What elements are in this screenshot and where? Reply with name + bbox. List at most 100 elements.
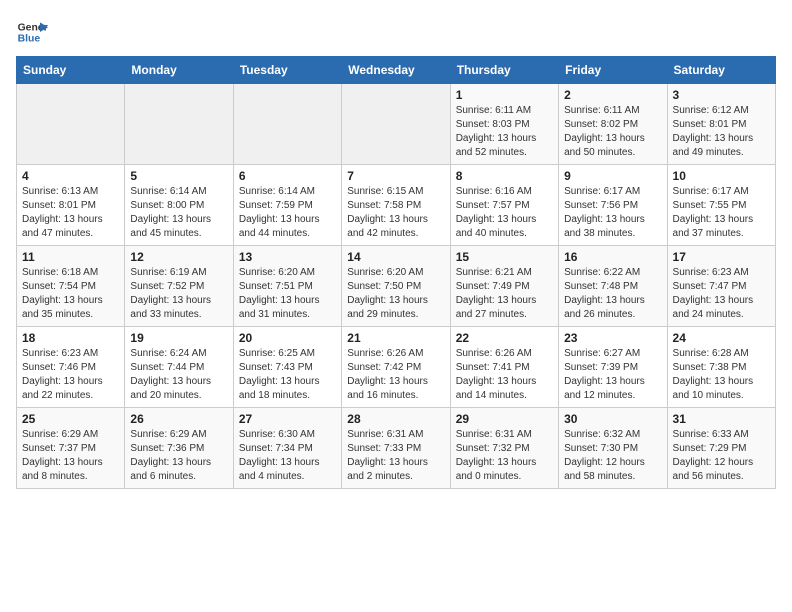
calendar-cell: 21 Sunrise: 6:26 AM Sunset: 7:42 PM Dayli… (342, 327, 450, 408)
day-info: Sunrise: 6:33 AM Sunset: 7:29 PM Dayligh… (673, 428, 770, 484)
day-info: Sunrise: 6:14 AM Sunset: 7:59 PM Dayligh… (239, 185, 336, 241)
day-number: 14 (347, 250, 444, 264)
calendar-body: 1 Sunrise: 6:11 AM Sunset: 8:03 PM Daylig… (17, 84, 776, 489)
day-info: Sunrise: 6:24 AM Sunset: 7:44 PM Dayligh… (130, 347, 227, 403)
day-number: 3 (673, 88, 770, 102)
weekday-header-sunday: Sunday (17, 57, 125, 84)
calendar-cell: 13 Sunrise: 6:20 AM Sunset: 7:51 PM Dayli… (233, 246, 341, 327)
day-number: 29 (456, 412, 553, 426)
calendar-week-5: 25Sunrise: 6:29 AM Sunset: 7:37 PM Dayli… (17, 408, 776, 489)
calendar-cell: 11 Sunrise: 6:18 AM Sunset: 7:54 PM Dayli… (17, 246, 125, 327)
day-info: Sunrise: 6:13 AM Sunset: 8:01 PM Dayligh… (22, 185, 119, 241)
day-number: 19 (130, 331, 227, 345)
calendar-cell (342, 84, 450, 165)
day-info: Sunrise: 6:26 AM Sunset: 7:41 PM Dayligh… (456, 347, 553, 403)
day-number: 22 (456, 331, 553, 345)
day-info: Sunrise: 6:18 AM Sunset: 7:54 PM Dayligh… (22, 266, 119, 322)
calendar-cell: 24Sunrise: 6:28 AM Sunset: 7:38 PM Dayli… (667, 327, 775, 408)
calendar-cell (125, 84, 233, 165)
calendar-cell: 28 Sunrise: 6:31 AM Sunset: 7:33 PM Dayli… (342, 408, 450, 489)
day-info: Sunrise: 6:31 AM Sunset: 7:32 PM Dayligh… (456, 428, 553, 484)
day-number: 26 (130, 412, 227, 426)
calendar-cell (233, 84, 341, 165)
day-info: Sunrise: 6:11 AM Sunset: 8:03 PM Dayligh… (456, 104, 553, 160)
day-number: 11 (22, 250, 119, 264)
day-number: 7 (347, 169, 444, 183)
calendar-cell: 2 Sunrise: 6:11 AM Sunset: 8:02 PM Daylig… (559, 84, 667, 165)
calendar-cell: 20 Sunrise: 6:25 AM Sunset: 7:43 PM Dayli… (233, 327, 341, 408)
day-number: 13 (239, 250, 336, 264)
calendar-cell: 8 Sunrise: 6:16 AM Sunset: 7:57 PM Daylig… (450, 165, 558, 246)
calendar-cell: 14 Sunrise: 6:20 AM Sunset: 7:50 PM Dayli… (342, 246, 450, 327)
calendar-cell: 15Sunrise: 6:21 AM Sunset: 7:49 PM Dayli… (450, 246, 558, 327)
calendar-cell: 5 Sunrise: 6:14 AM Sunset: 8:00 PM Daylig… (125, 165, 233, 246)
day-number: 27 (239, 412, 336, 426)
day-info: Sunrise: 6:19 AM Sunset: 7:52 PM Dayligh… (130, 266, 227, 322)
day-number: 20 (239, 331, 336, 345)
day-number: 31 (673, 412, 770, 426)
calendar-week-2: 4Sunrise: 6:13 AM Sunset: 8:01 PM Daylig… (17, 165, 776, 246)
day-number: 1 (456, 88, 553, 102)
weekday-header-friday: Friday (559, 57, 667, 84)
day-number: 21 (347, 331, 444, 345)
weekday-header-tuesday: Tuesday (233, 57, 341, 84)
calendar-cell: 6 Sunrise: 6:14 AM Sunset: 7:59 PM Daylig… (233, 165, 341, 246)
day-info: Sunrise: 6:17 AM Sunset: 7:55 PM Dayligh… (673, 185, 770, 241)
calendar-cell: 10Sunrise: 6:17 AM Sunset: 7:55 PM Dayli… (667, 165, 775, 246)
day-info: Sunrise: 6:20 AM Sunset: 7:50 PM Dayligh… (347, 266, 444, 322)
day-number: 24 (673, 331, 770, 345)
weekday-header-monday: Monday (125, 57, 233, 84)
day-info: Sunrise: 6:31 AM Sunset: 7:33 PM Dayligh… (347, 428, 444, 484)
day-info: Sunrise: 6:27 AM Sunset: 7:39 PM Dayligh… (564, 347, 661, 403)
day-info: Sunrise: 6:23 AM Sunset: 7:47 PM Dayligh… (673, 266, 770, 322)
day-info: Sunrise: 6:14 AM Sunset: 8:00 PM Dayligh… (130, 185, 227, 241)
day-number: 5 (130, 169, 227, 183)
day-number: 16 (564, 250, 661, 264)
day-info: Sunrise: 6:29 AM Sunset: 7:37 PM Dayligh… (22, 428, 119, 484)
day-info: Sunrise: 6:20 AM Sunset: 7:51 PM Dayligh… (239, 266, 336, 322)
logo: General Blue (16, 16, 48, 48)
day-number: 9 (564, 169, 661, 183)
day-info: Sunrise: 6:26 AM Sunset: 7:42 PM Dayligh… (347, 347, 444, 403)
calendar-cell: 22 Sunrise: 6:26 AM Sunset: 7:41 PM Dayli… (450, 327, 558, 408)
calendar-cell: 7Sunrise: 6:15 AM Sunset: 7:58 PM Daylig… (342, 165, 450, 246)
day-number: 8 (456, 169, 553, 183)
calendar-cell: 1 Sunrise: 6:11 AM Sunset: 8:03 PM Daylig… (450, 84, 558, 165)
calendar-cell: 25Sunrise: 6:29 AM Sunset: 7:37 PM Dayli… (17, 408, 125, 489)
calendar-cell: 19 Sunrise: 6:24 AM Sunset: 7:44 PM Dayli… (125, 327, 233, 408)
day-info: Sunrise: 6:25 AM Sunset: 7:43 PM Dayligh… (239, 347, 336, 403)
day-info: Sunrise: 6:16 AM Sunset: 7:57 PM Dayligh… (456, 185, 553, 241)
calendar-cell: 27 Sunrise: 6:30 AM Sunset: 7:34 PM Dayli… (233, 408, 341, 489)
weekday-header-saturday: Saturday (667, 57, 775, 84)
day-info: Sunrise: 6:12 AM Sunset: 8:01 PM Dayligh… (673, 104, 770, 160)
calendar-week-3: 11 Sunrise: 6:18 AM Sunset: 7:54 PM Dayli… (17, 246, 776, 327)
calendar-cell: 31 Sunrise: 6:33 AM Sunset: 7:29 PM Dayli… (667, 408, 775, 489)
calendar-week-4: 18 Sunrise: 6:23 AM Sunset: 7:46 PM Dayli… (17, 327, 776, 408)
weekday-header-wednesday: Wednesday (342, 57, 450, 84)
day-number: 6 (239, 169, 336, 183)
calendar-cell: 9 Sunrise: 6:17 AM Sunset: 7:56 PM Daylig… (559, 165, 667, 246)
calendar-cell (17, 84, 125, 165)
calendar-cell: 30Sunrise: 6:32 AM Sunset: 7:30 PM Dayli… (559, 408, 667, 489)
calendar-table: SundayMondayTuesdayWednesdayThursdayFrid… (16, 56, 776, 489)
day-number: 18 (22, 331, 119, 345)
calendar-cell: 16Sunrise: 6:22 AM Sunset: 7:48 PM Dayli… (559, 246, 667, 327)
day-info: Sunrise: 6:21 AM Sunset: 7:49 PM Dayligh… (456, 266, 553, 322)
weekday-header-thursday: Thursday (450, 57, 558, 84)
svg-text:Blue: Blue (18, 34, 41, 45)
day-info: Sunrise: 6:23 AM Sunset: 7:46 PM Dayligh… (22, 347, 119, 403)
day-info: Sunrise: 6:30 AM Sunset: 7:34 PM Dayligh… (239, 428, 336, 484)
page-header: General Blue (16, 16, 776, 48)
calendar-header: SundayMondayTuesdayWednesdayThursdayFrid… (17, 57, 776, 84)
calendar-cell: 26Sunrise: 6:29 AM Sunset: 7:36 PM Dayli… (125, 408, 233, 489)
logo-icon: General Blue (16, 16, 48, 48)
day-number: 12 (130, 250, 227, 264)
calendar-cell: 18 Sunrise: 6:23 AM Sunset: 7:46 PM Dayli… (17, 327, 125, 408)
day-info: Sunrise: 6:32 AM Sunset: 7:30 PM Dayligh… (564, 428, 661, 484)
day-info: Sunrise: 6:11 AM Sunset: 8:02 PM Dayligh… (564, 104, 661, 160)
day-number: 28 (347, 412, 444, 426)
day-number: 2 (564, 88, 661, 102)
calendar-cell: 3 Sunrise: 6:12 AM Sunset: 8:01 PM Daylig… (667, 84, 775, 165)
day-info: Sunrise: 6:17 AM Sunset: 7:56 PM Dayligh… (564, 185, 661, 241)
calendar-cell: 17Sunrise: 6:23 AM Sunset: 7:47 PM Dayli… (667, 246, 775, 327)
